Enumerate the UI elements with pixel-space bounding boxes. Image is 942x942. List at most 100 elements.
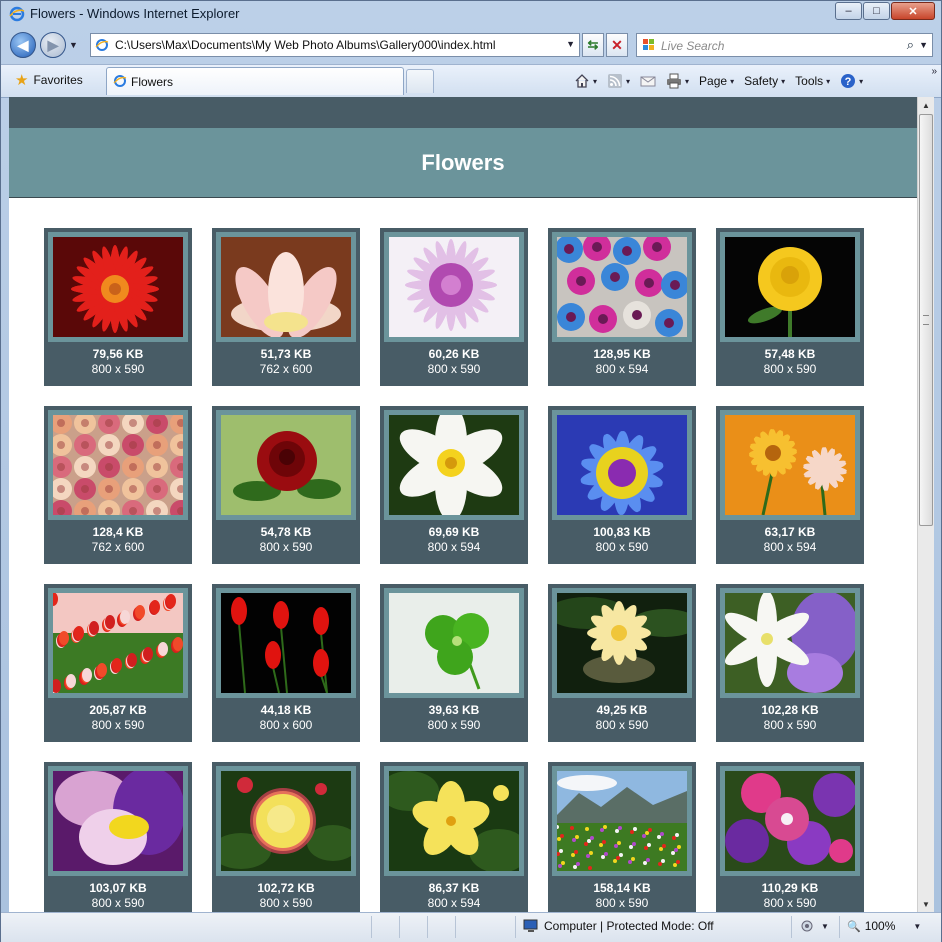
photo-thumbnail[interactable] bbox=[221, 771, 351, 871]
maximize-button[interactable]: □ bbox=[863, 2, 890, 20]
page-icon bbox=[95, 39, 109, 51]
file-size: 110,29 KB bbox=[761, 881, 819, 895]
image-dimensions: 800 x 594 bbox=[595, 362, 649, 376]
help-dropdown-icon: ▾ bbox=[859, 76, 864, 86]
read-mail-button[interactable] bbox=[637, 73, 659, 89]
photo-thumbnail[interactable] bbox=[557, 237, 687, 337]
command-bar: ▾ ▾ ▾ Page ▾ Safety ▾ Tools ▾ ? ▾ bbox=[571, 70, 866, 92]
photo-thumbnail[interactable] bbox=[725, 771, 855, 871]
photo-card[interactable]: 205,87 KB 800 x 590 bbox=[44, 584, 192, 742]
forward-button[interactable]: ▶ bbox=[40, 32, 66, 58]
thumbnail-frame bbox=[720, 766, 860, 876]
more-commands-icon[interactable]: » bbox=[931, 66, 937, 77]
photo-card[interactable]: 54,78 KB 800 x 590 bbox=[212, 406, 360, 564]
thumbnail-frame bbox=[720, 232, 860, 342]
photo-thumbnail[interactable] bbox=[389, 237, 519, 337]
popup-settings[interactable]: ▼ bbox=[799, 919, 829, 933]
print-button[interactable]: ▾ bbox=[663, 73, 692, 89]
photo-card[interactable]: 49,25 KB 800 x 590 bbox=[548, 584, 696, 742]
security-zone[interactable]: Computer | Protected Mode: Off bbox=[523, 919, 714, 933]
file-size: 205,87 KB bbox=[89, 703, 147, 717]
safety-menu[interactable]: Safety ▾ bbox=[741, 74, 788, 88]
photo-card[interactable]: 102,28 KB 800 x 590 bbox=[716, 584, 864, 742]
photo-card[interactable]: 60,26 KB 800 x 590 bbox=[380, 228, 528, 386]
file-size: 63,17 KB bbox=[764, 525, 816, 539]
search-icon[interactable]: ⌕ bbox=[907, 37, 914, 53]
photo-thumbnail[interactable] bbox=[53, 237, 183, 337]
new-tab-button[interactable] bbox=[406, 69, 434, 93]
photo-card[interactable]: 69,69 KB 800 x 594 bbox=[380, 406, 528, 564]
photo-thumbnail[interactable] bbox=[53, 415, 183, 515]
photo-thumbnail[interactable] bbox=[557, 771, 687, 871]
image-dimensions: 762 x 600 bbox=[259, 362, 313, 376]
address-input[interactable]: C:\Users\Max\Documents\My Web Photo Albu… bbox=[115, 38, 496, 52]
photo-card[interactable]: 39,63 KB 800 x 590 bbox=[380, 584, 528, 742]
vertical-scrollbar[interactable]: ▲ ▼ bbox=[917, 97, 934, 912]
back-button[interactable]: ◀ bbox=[10, 32, 36, 58]
photo-thumbnail[interactable] bbox=[221, 593, 351, 693]
stop-button[interactable]: ✕ bbox=[606, 33, 628, 57]
photo-card[interactable]: 86,37 KB 800 x 594 bbox=[380, 762, 528, 912]
page-menu[interactable]: Page ▾ bbox=[696, 74, 737, 88]
window-title: Flowers - Windows Internet Explorer bbox=[30, 6, 240, 21]
thumbnail-frame bbox=[552, 232, 692, 342]
photo-thumbnail[interactable] bbox=[221, 415, 351, 515]
feeds-dropdown-icon[interactable]: ▾ bbox=[626, 77, 630, 86]
scroll-thumb[interactable] bbox=[919, 114, 933, 526]
minimize-button[interactable]: – bbox=[835, 2, 862, 20]
home-button[interactable]: ▾ bbox=[571, 73, 600, 89]
help-icon: ? bbox=[840, 73, 856, 89]
photo-card[interactable]: 110,29 KB 800 x 590 bbox=[716, 762, 864, 912]
browser-window: Flowers - Windows Internet Explorer – □ … bbox=[0, 0, 942, 942]
settings-dropdown-icon: ▼ bbox=[821, 921, 829, 931]
tab-flowers[interactable]: Flowers bbox=[106, 67, 404, 95]
search-input[interactable]: Live Search bbox=[661, 39, 724, 53]
zoom-control[interactable]: 🔍 100% ▼ bbox=[847, 919, 921, 933]
photo-card[interactable]: 51,73 KB 762 x 600 bbox=[212, 228, 360, 386]
recent-pages-dropdown-icon[interactable]: ▼ bbox=[69, 40, 78, 50]
photo-card[interactable]: 100,83 KB 800 x 590 bbox=[548, 406, 696, 564]
photo-thumbnail[interactable] bbox=[53, 771, 183, 871]
address-bar[interactable]: C:\Users\Max\Documents\My Web Photo Albu… bbox=[90, 33, 580, 57]
photo-card[interactable]: 79,56 KB 800 x 590 bbox=[44, 228, 192, 386]
image-dimensions: 800 x 594 bbox=[427, 896, 481, 910]
search-options-dropdown-icon[interactable]: ▼ bbox=[919, 40, 928, 50]
print-dropdown-icon[interactable]: ▾ bbox=[685, 77, 689, 86]
photo-thumbnail[interactable] bbox=[557, 415, 687, 515]
scroll-up-button[interactable]: ▲ bbox=[918, 97, 934, 113]
live-search-icon bbox=[643, 39, 654, 50]
help-button[interactable]: ? ▾ bbox=[837, 73, 866, 89]
photo-card[interactable]: 102,72 KB 800 x 590 bbox=[212, 762, 360, 912]
thumbnail-frame bbox=[384, 766, 524, 876]
home-dropdown-icon[interactable]: ▾ bbox=[593, 77, 597, 86]
thumbnail-frame bbox=[216, 588, 356, 698]
photo-thumbnail[interactable] bbox=[557, 593, 687, 693]
tools-menu[interactable]: Tools ▾ bbox=[792, 74, 833, 88]
photo-thumbnail[interactable] bbox=[725, 237, 855, 337]
photo-thumbnail[interactable] bbox=[389, 593, 519, 693]
photo-card[interactable]: 44,18 KB 800 x 600 bbox=[212, 584, 360, 742]
navigation-bar: ◀ ▶ ▼ C:\Users\Max\Documents\My Web Phot… bbox=[1, 30, 941, 62]
photo-card[interactable]: 57,48 KB 800 x 590 bbox=[716, 228, 864, 386]
image-dimensions: 800 x 594 bbox=[427, 540, 481, 554]
feeds-button[interactable]: ▾ bbox=[604, 73, 633, 89]
address-dropdown-icon[interactable]: ▼ bbox=[566, 39, 575, 49]
photo-card[interactable]: 158,14 KB 800 x 590 bbox=[548, 762, 696, 912]
photo-thumbnail[interactable] bbox=[389, 415, 519, 515]
favorites-button[interactable]: ★ Favorites bbox=[9, 68, 89, 92]
close-button[interactable]: ✕ bbox=[891, 2, 935, 20]
photo-card[interactable]: 63,17 KB 800 x 594 bbox=[716, 406, 864, 564]
scroll-grip bbox=[923, 315, 929, 325]
photo-thumbnail[interactable] bbox=[221, 237, 351, 337]
image-dimensions: 800 x 590 bbox=[427, 718, 481, 732]
search-box[interactable]: Live Search ⌕ ▼ bbox=[636, 33, 933, 57]
photo-card[interactable]: 128,95 KB 800 x 594 bbox=[548, 228, 696, 386]
photo-thumbnail[interactable] bbox=[725, 593, 855, 693]
photo-card[interactable]: 103,07 KB 800 x 590 bbox=[44, 762, 192, 912]
scroll-down-button[interactable]: ▼ bbox=[918, 896, 934, 912]
refresh-button[interactable]: ⇆ bbox=[582, 33, 604, 57]
photo-thumbnail[interactable] bbox=[53, 593, 183, 693]
photo-thumbnail[interactable] bbox=[389, 771, 519, 871]
photo-thumbnail[interactable] bbox=[725, 415, 855, 515]
photo-card[interactable]: 128,4 KB 762 x 600 bbox=[44, 406, 192, 564]
